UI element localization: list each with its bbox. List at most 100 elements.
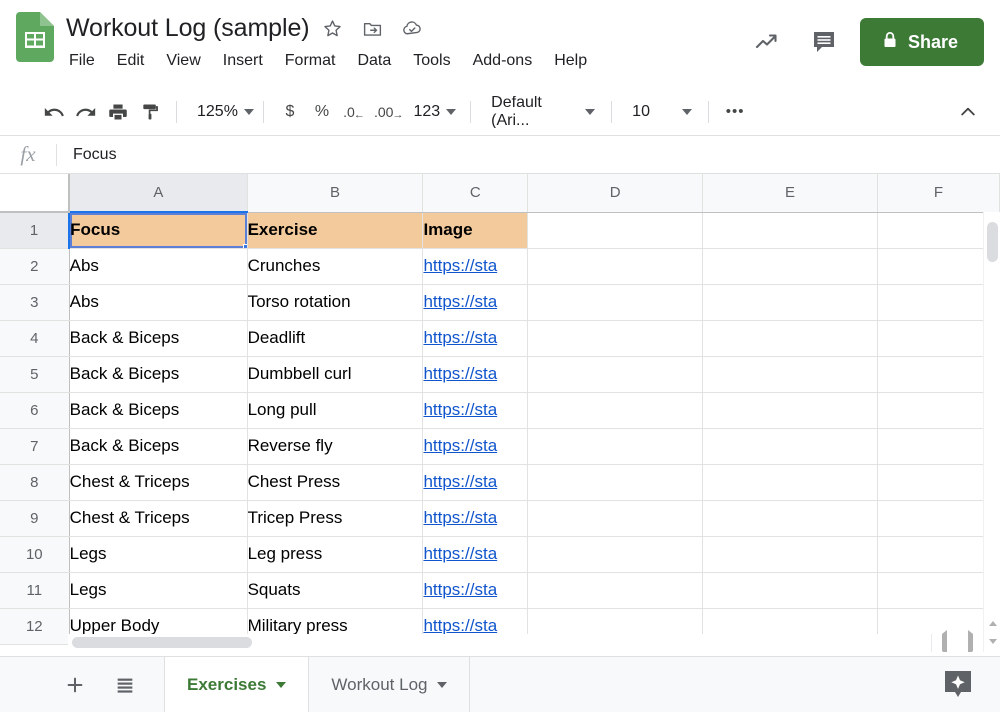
share-button[interactable]: Share <box>859 18 984 66</box>
print-icon[interactable] <box>102 96 134 128</box>
cell-F7[interactable] <box>877 428 1000 465</box>
cell-E9[interactable] <box>702 500 878 537</box>
cell-F9[interactable] <box>877 500 1000 537</box>
menu-item-file[interactable]: File <box>69 51 95 71</box>
cell-B7[interactable]: Reverse fly <box>247 428 424 465</box>
font-size-select[interactable]: 10 <box>622 96 698 128</box>
menu-item-edit[interactable]: Edit <box>117 51 145 71</box>
sheets-logo-icon[interactable] <box>16 12 54 62</box>
column-header-d[interactable]: D <box>527 174 704 213</box>
cell-D5[interactable] <box>527 356 704 393</box>
cell-C4[interactable]: https://sta <box>422 320 529 357</box>
row-header-7[interactable]: 7 <box>0 428 70 465</box>
column-header-e[interactable]: E <box>702 174 878 213</box>
sheet-tab-exercises[interactable]: Exercises <box>165 657 310 712</box>
chevron-down-icon[interactable] <box>437 681 448 688</box>
cell-E2[interactable] <box>702 248 878 285</box>
cell-C11[interactable]: https://sta <box>422 572 529 609</box>
more-options-button[interactable]: ••• <box>719 96 751 128</box>
list-icon[interactable] <box>108 668 142 702</box>
cell-A1[interactable]: Focus <box>69 212 248 249</box>
cell-D10[interactable] <box>527 536 704 573</box>
cell-A3[interactable]: Abs <box>69 284 248 321</box>
row-header-10[interactable]: 10 <box>0 536 70 573</box>
row-header-5[interactable]: 5 <box>0 356 70 393</box>
move-to-folder-icon[interactable] <box>355 13 389 43</box>
menu-item-format[interactable]: Format <box>285 51 336 71</box>
cell-A8[interactable]: Chest & Triceps <box>69 464 248 501</box>
cell-C3[interactable]: https://sta <box>422 284 529 321</box>
cell-A11[interactable]: Legs <box>69 572 248 609</box>
explore-trend-icon[interactable] <box>748 22 788 62</box>
number-format-select[interactable]: 123 <box>407 96 460 128</box>
cell-D4[interactable] <box>527 320 704 357</box>
cell-D3[interactable] <box>527 284 704 321</box>
cell-A4[interactable]: Back & Biceps <box>69 320 248 357</box>
row-header-6[interactable]: 6 <box>0 392 70 429</box>
cell-B3[interactable]: Torso rotation <box>247 284 424 321</box>
cell-F1[interactable] <box>877 212 1000 249</box>
cell-F3[interactable] <box>877 284 1000 321</box>
vertical-scrollbar[interactable] <box>983 212 1000 652</box>
cell-F8[interactable] <box>877 464 1000 501</box>
scroll-right-icon[interactable] <box>967 630 973 652</box>
row-header-1[interactable]: 1 <box>0 212 71 249</box>
cell-F2[interactable] <box>877 248 1000 285</box>
menu-item-tools[interactable]: Tools <box>413 51 450 71</box>
comment-icon[interactable] <box>804 22 844 62</box>
row-header-2[interactable]: 2 <box>0 248 70 285</box>
cloud-saved-icon[interactable] <box>395 13 429 43</box>
cell-A7[interactable]: Back & Biceps <box>69 428 248 465</box>
cell-C10[interactable]: https://sta <box>422 536 529 573</box>
chevron-up-icon[interactable] <box>952 96 984 128</box>
row-header-12[interactable]: 12 <box>0 608 70 645</box>
cell-B8[interactable]: Chest Press <box>247 464 424 501</box>
cell-F5[interactable] <box>877 356 1000 393</box>
menu-item-insert[interactable]: Insert <box>223 51 263 71</box>
column-header-b[interactable]: B <box>247 174 424 213</box>
font-family-select[interactable]: Default (Ari... <box>481 96 601 128</box>
cell-E11[interactable] <box>702 572 878 609</box>
plus-icon[interactable] <box>58 668 92 702</box>
row-header-9[interactable]: 9 <box>0 500 70 537</box>
row-header-11[interactable]: 11 <box>0 572 70 609</box>
column-header-c[interactable]: C <box>422 174 529 213</box>
vertical-scrollbar-thumb[interactable] <box>987 222 998 262</box>
cell-E4[interactable] <box>702 320 878 357</box>
cell-D9[interactable] <box>527 500 704 537</box>
cell-C1[interactable]: Image <box>422 212 529 249</box>
cell-A6[interactable]: Back & Biceps <box>69 392 248 429</box>
row-header-4[interactable]: 4 <box>0 320 70 357</box>
cell-F4[interactable] <box>877 320 1000 357</box>
cell-D7[interactable] <box>527 428 704 465</box>
menu-item-addons[interactable]: Add-ons <box>473 51 533 71</box>
menu-item-data[interactable]: Data <box>357 51 391 71</box>
cell-B5[interactable]: Dumbbell curl <box>247 356 424 393</box>
cell-A2[interactable]: Abs <box>69 248 248 285</box>
cell-A9[interactable]: Chest & Triceps <box>69 500 248 537</box>
cell-E8[interactable] <box>702 464 878 501</box>
paint-format-icon[interactable] <box>134 96 166 128</box>
zoom-select[interactable]: 125% <box>187 96 254 128</box>
cell-B2[interactable]: Crunches <box>247 248 424 285</box>
redo-icon[interactable] <box>70 96 102 128</box>
currency-format-button[interactable]: $ <box>274 96 306 128</box>
chevron-down-icon[interactable] <box>276 681 287 688</box>
explore-star-icon[interactable] <box>940 667 976 703</box>
cell-E7[interactable] <box>702 428 878 465</box>
horizontal-scrollbar-thumb[interactable] <box>72 637 252 648</box>
cell-E5[interactable] <box>702 356 878 393</box>
menu-item-help[interactable]: Help <box>554 51 587 71</box>
cell-C8[interactable]: https://sta <box>422 464 529 501</box>
cell-F10[interactable] <box>877 536 1000 573</box>
cell-B11[interactable]: Squats <box>247 572 424 609</box>
fill-handle[interactable] <box>242 243 247 247</box>
cell-C9[interactable]: https://sta <box>422 500 529 537</box>
cell-D6[interactable] <box>527 392 704 429</box>
column-header-a[interactable]: A <box>69 174 248 213</box>
cell-F6[interactable] <box>877 392 1000 429</box>
cell-D11[interactable] <box>527 572 704 609</box>
select-all-corner[interactable] <box>0 174 71 213</box>
cell-B9[interactable]: Tricep Press <box>247 500 424 537</box>
horizontal-scrollbar[interactable] <box>68 634 936 652</box>
